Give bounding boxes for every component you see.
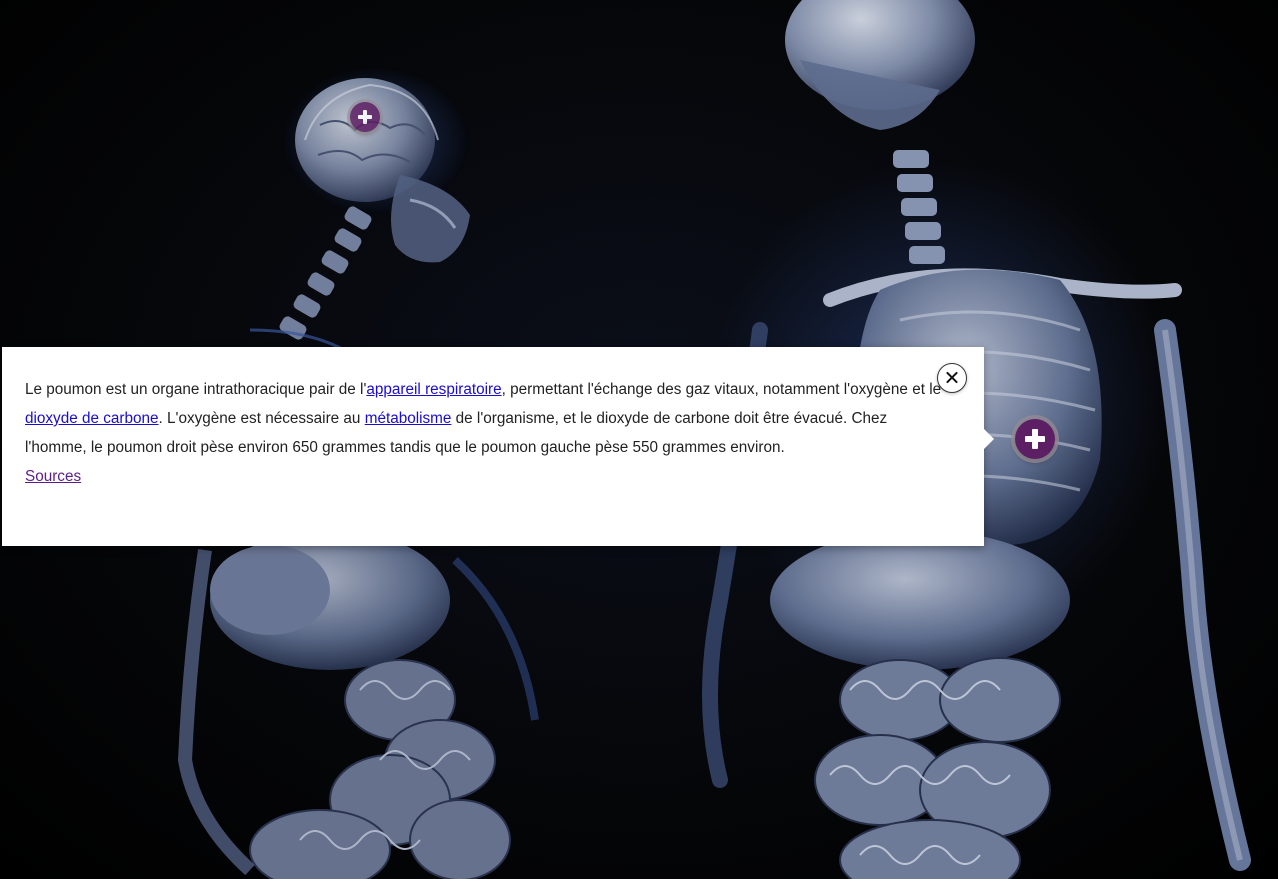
- popup-text-part: Le poumon est un organe intrathoracique …: [25, 381, 367, 398]
- lung-hotspot-button[interactable]: [1015, 419, 1055, 459]
- appareil-respiratoire-link[interactable]: appareil respiratoire: [366, 381, 501, 398]
- plus-icon: [1025, 429, 1045, 449]
- info-popup: Le poumon est un organe intrathoracique …: [2, 347, 994, 546]
- popup-text-part: , permettant l'échange des gaz vitaux, n…: [501, 381, 942, 398]
- anatomy-stage: Le poumon est un organe intrathoracique …: [0, 0, 1278, 879]
- close-popup-button[interactable]: [937, 363, 967, 393]
- dioxyde-de-carbone-link[interactable]: dioxyde de carbone: [25, 410, 159, 427]
- popup-text-part: . L'oxygène est nécessaire au: [158, 410, 365, 427]
- metabolisme-link[interactable]: métabolisme: [365, 410, 452, 427]
- sources-link[interactable]: Sources: [25, 462, 81, 491]
- plus-icon: [358, 110, 372, 124]
- popup-description: Le poumon est un organe intrathoracique …: [25, 375, 950, 462]
- brain-hotspot-button[interactable]: [350, 102, 380, 132]
